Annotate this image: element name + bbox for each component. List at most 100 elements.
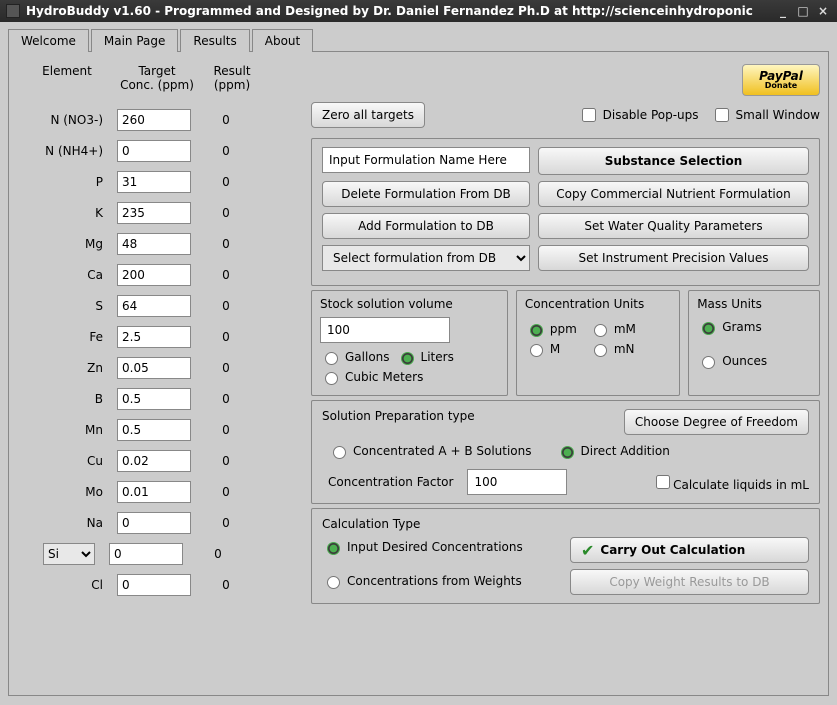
target-input[interactable] xyxy=(117,326,191,348)
element-label: Zn xyxy=(17,361,117,375)
input-conc-radio[interactable]: Input Desired Concentrations xyxy=(322,539,546,555)
precision-values-button[interactable]: Set Instrument Precision Values xyxy=(538,245,809,271)
formulation-name-input[interactable] xyxy=(322,147,530,173)
paypal-donate-button[interactable]: PayPal Donate xyxy=(742,64,820,96)
target-input[interactable] xyxy=(117,233,191,255)
small-window-check[interactable]: Small Window xyxy=(711,105,820,125)
tab-welcome[interactable]: Welcome xyxy=(8,29,89,52)
water-quality-button[interactable]: Set Water Quality Parameters xyxy=(538,213,809,239)
close-button[interactable]: × xyxy=(815,4,831,18)
hdr-element: Element xyxy=(17,64,117,78)
target-input[interactable] xyxy=(117,202,191,224)
liquids-ml-check[interactable]: Calculate liquids in mL xyxy=(652,472,809,492)
target-input[interactable] xyxy=(117,264,191,286)
result-value: 0 xyxy=(183,547,253,561)
conc-factor-input[interactable] xyxy=(467,469,567,495)
conc-from-weights-radio[interactable]: Concentrations from Weights xyxy=(322,573,546,589)
target-input[interactable] xyxy=(117,450,191,472)
result-value: 0 xyxy=(191,175,261,189)
element-label: Fe xyxy=(17,330,117,344)
element-label: Ca xyxy=(17,268,117,282)
cubic-meters-radio[interactable]: Cubic Meters xyxy=(320,369,423,385)
target-input[interactable] xyxy=(117,357,191,379)
hdr-result2: (ppm) xyxy=(197,78,267,92)
calc-type-group: Calculation Type Input Desired Concentra… xyxy=(311,508,820,604)
target-input[interactable] xyxy=(117,574,191,596)
tab-main-page[interactable]: Main Page xyxy=(91,29,179,52)
result-value: 0 xyxy=(191,392,261,406)
solution-prep-group: Solution Preparation type Choose Degree … xyxy=(311,400,820,504)
element-label: Cu xyxy=(17,454,117,468)
result-value: 0 xyxy=(191,144,261,158)
element-label: Mo xyxy=(17,485,117,499)
hdr-target1: Target xyxy=(117,64,197,78)
element-label: Na xyxy=(17,516,117,530)
result-value: 0 xyxy=(191,206,261,220)
maximize-button[interactable]: □ xyxy=(795,4,811,18)
zero-targets-button[interactable]: Zero all targets xyxy=(311,102,425,128)
minimize-button[interactable]: _ xyxy=(775,4,791,18)
mM-radio[interactable]: mM xyxy=(589,321,647,337)
stock-volume-group: Stock solution volume Gallons Liters Cub… xyxy=(311,290,508,396)
stock-volume-input[interactable] xyxy=(320,317,450,343)
carry-out-calc-button[interactable]: ✔ Carry Out Calculation xyxy=(570,537,809,563)
window-title: HydroBuddy v1.60 - Programmed and Design… xyxy=(26,4,753,18)
copy-commercial-button[interactable]: Copy Commercial Nutrient Formulation xyxy=(538,181,809,207)
element-label: N (NH4+) xyxy=(17,144,117,158)
element-label: P xyxy=(17,175,117,189)
target-input[interactable] xyxy=(117,512,191,534)
conc-factor-label: Concentration Factor xyxy=(328,475,453,489)
result-value: 0 xyxy=(191,237,261,251)
tab-about[interactable]: About xyxy=(252,29,313,52)
result-value: 0 xyxy=(191,485,261,499)
liters-radio[interactable]: Liters xyxy=(396,349,454,365)
element-row: Mo 0 xyxy=(17,476,297,507)
element-label: K xyxy=(17,206,117,220)
element-row: Si 0 xyxy=(17,538,297,569)
element-row: Mg0 xyxy=(17,228,297,259)
target-input[interactable] xyxy=(109,543,183,565)
mass-units-group: Mass Units Grams Ounces xyxy=(688,290,820,396)
gallons-radio[interactable]: Gallons xyxy=(320,349,390,365)
degree-of-freedom-button[interactable]: Choose Degree of Freedom xyxy=(624,409,809,435)
element-row: Na0 xyxy=(17,507,297,538)
conc-units-group: Concentration Units ppm mM M mN xyxy=(516,290,680,396)
disable-popups-check[interactable]: Disable Pop-ups xyxy=(578,105,699,125)
add-formulation-button[interactable]: Add Formulation to DB xyxy=(322,213,530,239)
select-formulation-dropdown[interactable]: Select formulation from DB xyxy=(322,245,530,271)
element-label: Mn xyxy=(17,423,117,437)
target-input[interactable] xyxy=(117,419,191,441)
result-value: 0 xyxy=(191,268,261,282)
target-input[interactable] xyxy=(117,481,191,503)
element-row: N (NO3-)0 xyxy=(17,104,297,135)
result-value: 0 xyxy=(191,113,261,127)
hdr-result1: Result xyxy=(197,64,267,78)
hdr-target2: Conc. (ppm) xyxy=(117,78,197,92)
target-input[interactable] xyxy=(117,295,191,317)
element-row: Mn0 xyxy=(17,414,297,445)
tab-results[interactable]: Results xyxy=(180,29,249,52)
ppm-radio[interactable]: ppm xyxy=(525,321,583,337)
app-icon xyxy=(6,4,20,18)
target-input[interactable] xyxy=(117,388,191,410)
window-titlebar: HydroBuddy v1.60 - Programmed and Design… xyxy=(0,0,837,22)
delete-formulation-button[interactable]: Delete Formulation From DB xyxy=(322,181,530,207)
element-row: Zn0 xyxy=(17,352,297,383)
direct-addition-radio[interactable]: Direct Addition xyxy=(556,443,670,459)
ab-solutions-radio[interactable]: Concentrated A + B Solutions xyxy=(328,443,532,459)
ounces-radio[interactable]: Ounces xyxy=(697,353,805,369)
result-value: 0 xyxy=(191,330,261,344)
result-value: 0 xyxy=(191,578,261,592)
element-picker[interactable]: Si xyxy=(43,543,95,565)
target-input[interactable] xyxy=(117,140,191,162)
tabs: Welcome Main Page Results About xyxy=(8,28,829,51)
target-input[interactable] xyxy=(117,109,191,131)
M-radio[interactable]: M xyxy=(525,341,583,357)
mN-radio[interactable]: mN xyxy=(589,341,647,357)
element-label: S xyxy=(17,299,117,313)
grams-radio[interactable]: Grams xyxy=(697,319,805,335)
check-icon: ✔ xyxy=(581,541,594,560)
element-row: N (NH4+) 0 xyxy=(17,135,297,166)
substance-selection-button[interactable]: Substance Selection xyxy=(538,147,809,175)
target-input[interactable] xyxy=(117,171,191,193)
